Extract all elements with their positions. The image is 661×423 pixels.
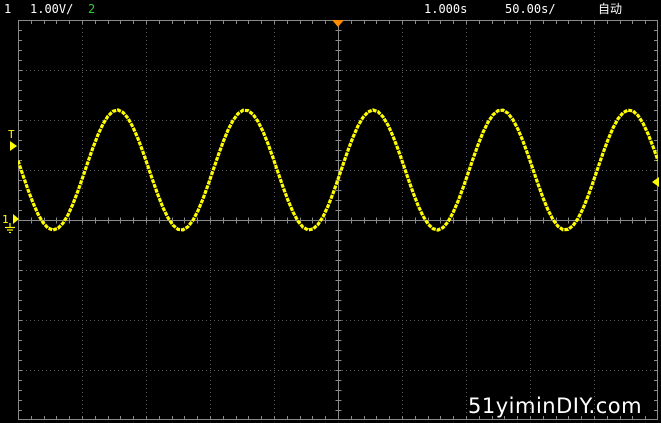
status-bar: 1 1.00V/ 2 1.000s 50.00s/ 自动 (0, 0, 661, 20)
timebase-position[interactable]: 1.000s (424, 2, 467, 16)
ch1-trace (18, 108, 658, 232)
ch1-waveform (18, 108, 658, 232)
waveform-offscreen-marker (652, 177, 659, 187)
ch1-offset-marker[interactable] (13, 214, 19, 224)
trigger-position-marker[interactable] (332, 20, 344, 28)
timebase-scale[interactable]: 50.00s/ (505, 2, 556, 16)
ch2-number[interactable]: 2 (88, 2, 95, 16)
trigger-level-marker[interactable] (10, 141, 18, 151)
ground-icon[interactable] (4, 223, 16, 235)
trigger-level-label: T (8, 128, 15, 141)
acquire-mode[interactable]: 自动 (598, 2, 622, 16)
ch1-number[interactable]: 1 (4, 2, 11, 16)
ch1-scale[interactable]: 1.00V/ (30, 2, 73, 16)
watermark: 51yiminDIY.com (468, 394, 643, 418)
waveform-display[interactable] (18, 20, 658, 420)
